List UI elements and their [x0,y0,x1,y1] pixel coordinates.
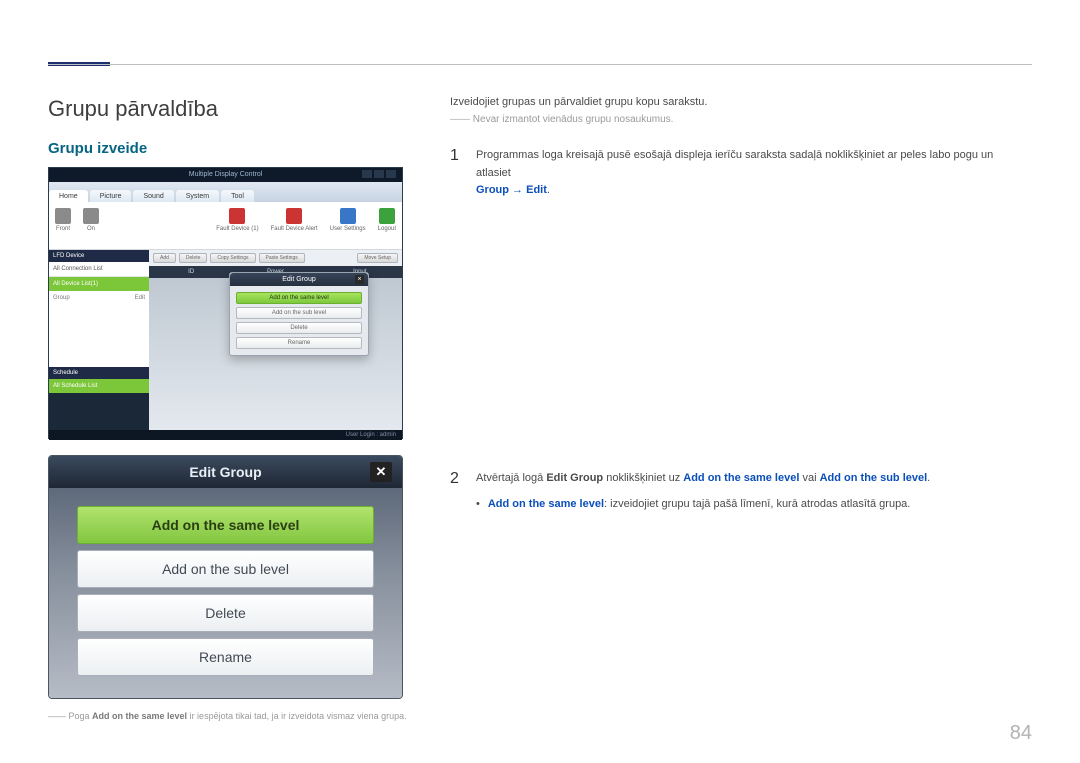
sidebar-item-selected: All Device List(1) [49,277,149,291]
btn-add-same-level: Add on the same level [77,506,374,544]
step2-link1: Add on the same level [683,472,799,484]
window-control-icons [362,170,396,178]
toolbar-item: Front [49,202,77,249]
tab-tool: Tool [221,190,254,202]
page-title: Grupu pārvaldība [48,96,428,122]
toolbar-item: Fault Device (1) [210,202,264,249]
sidebar-edit-label: Edit [135,295,145,301]
mdc-button-row: Add Delete Copy Settings Paste Settings … [149,250,402,266]
fault-alert-icon [286,208,302,224]
sidebar-item-allsched: All Schedule List [49,379,149,393]
toolbar-item: User Settings [324,202,372,249]
btn-delete: Delete [179,253,207,263]
close-icon: ✕ [370,462,392,482]
step1-link: Group → Edit [476,184,547,196]
close-icon: × [355,275,364,284]
user-settings-icon [340,208,356,224]
toolbar-item: Fault Device Alert [265,202,324,249]
tab-system: System [176,190,219,202]
header-rule [48,64,1032,65]
step-body: Atvērtajā logā Edit Group noklikšķiniet … [476,470,930,488]
col-id: ID [149,269,233,275]
sidebar-head-schedule: Schedule [49,367,149,379]
edit-group-large-title-text: Edit Group [189,464,261,480]
mdc-screenshot: Multiple Display Control Home Picture So… [48,167,403,439]
sidebar-group-row: Group Edit [49,291,149,305]
edit-group-title: Edit Group × [230,273,368,286]
btn-move: Move Setup [357,253,398,263]
step-number: 2 [450,470,464,488]
toolbar-item: Logout [372,202,402,249]
bullet-row: • Add on the same level: izveidojiet gru… [476,498,1024,510]
footnote: ―― Poga Add on the same level ir iespējo… [48,711,428,721]
power-icon [55,208,71,224]
btn-delete-group: Delete [77,594,374,632]
btn-delete-group: Delete [236,322,362,334]
minimize-icon [362,170,372,178]
btn-rename-group: Rename [236,337,362,349]
mdc-tab-bar: Home Picture Sound System Tool [49,182,402,202]
toolbar-label: Fault Device Alert [271,226,318,232]
edit-group-popup-large: Edit Group ✕ Add on the same level Add o… [48,455,403,699]
toolbar-label: Fault Device (1) [216,226,258,232]
mdc-toolbar: Front On Fault Device (1) Fault Device A… [49,202,402,250]
tab-sound: Sound [133,190,173,202]
edit-group-title-text: Edit Group [282,276,315,283]
step2-t2: noklikšķiniet uz [603,472,683,484]
step-2: 2 Atvērtajā logā Edit Group noklikšķinie… [450,470,1024,488]
step-number: 1 [450,147,464,200]
step1-suffix: . [547,184,550,196]
step-body: Programmas loga kreisajā pusē esošajā di… [476,147,1024,200]
intro-text: Izveidojiet grupas un pārvaldiet grupu k… [450,96,1024,108]
section-subhead: Grupu izveide [48,140,428,157]
btn-add-sub-level: Add on the sub level [77,550,374,588]
mdc-sidebar: LFD Device All Connection List All Devic… [49,250,149,430]
btn-paste: Paste Settings [259,253,305,263]
maximize-icon [374,170,384,178]
step1-text: Programmas loga kreisajā pusē esošajā di… [476,149,993,179]
bullet-link: Add on the same level [488,498,604,510]
tab-picture: Picture [90,190,132,202]
sidebar-item-allconn: All Connection List [49,262,149,277]
bullet-text: : izveidojiet grupu tajā pašā līmenī, ku… [604,498,910,510]
mdc-main-area: Add Delete Copy Settings Paste Settings … [149,250,402,430]
sidebar-group-label: Group [53,295,70,301]
btn-add: Add [153,253,176,263]
footnote-rest: ir iespējota tikai tad, ja ir izveidota … [187,711,407,721]
edit-group-large-title: Edit Group ✕ [49,456,402,488]
toolbar-label: Front [56,226,70,232]
step2-bold: Edit Group [546,472,603,484]
sidebar-head-lfd: LFD Device [49,250,149,262]
btn-copy: Copy Settings [210,253,255,263]
mdc-window-title: Multiple Display Control [49,168,402,182]
note-text: Nevar izmantot vienādus grupu nosaukumus… [473,114,674,125]
mdc-footer: User Login : admin [49,430,402,440]
logout-icon [379,208,395,224]
btn-rename-group: Rename [77,638,374,676]
volume-icon [83,208,99,224]
toolbar-label: On [87,226,95,232]
step2-t3: vai [799,472,819,484]
note-dash: ―― [450,114,470,125]
page-number: 84 [1010,722,1032,745]
tab-home: Home [49,190,88,202]
edit-group-popup-small: Edit Group × Add on the same level Add o… [229,272,369,356]
close-icon [386,170,396,178]
footnote-bold: Add on the same level [92,711,187,721]
toolbar-label: User Settings [330,226,366,232]
mdc-window-title-text: Multiple Display Control [189,171,263,178]
step2-link2: Add on the sub level [820,472,928,484]
btn-add-sub-level: Add on the sub level [236,307,362,319]
bullet-body: Add on the same level: izveidojiet grupu… [488,498,911,510]
step2-t4: . [927,472,930,484]
step-1: 1 Programmas loga kreisajā pusē esošajā … [450,147,1024,200]
toolbar-item: On [77,202,105,249]
toolbar-label: Logout [378,226,396,232]
bullet-icon: • [476,498,480,510]
fault-device-icon [229,208,245,224]
footnote-prefix: ―― Poga [48,711,92,721]
step2-t1: Atvērtajā logā [476,472,546,484]
btn-add-same-level: Add on the same level [236,292,362,304]
note-line: ―― Nevar izmantot vienādus grupu nosauku… [450,114,1024,125]
